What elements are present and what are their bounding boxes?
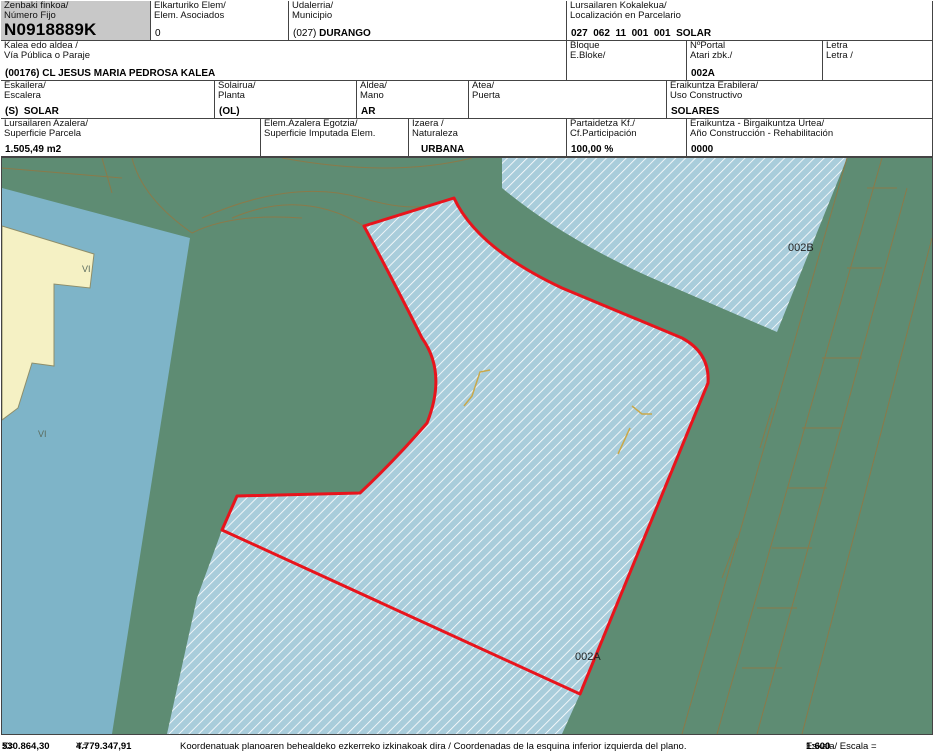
anio-value: 0000 [691, 144, 714, 155]
superficie-imputada-cell: Elem.Azalera Egotzia/ Superficie Imputad… [261, 119, 409, 157]
portal-cell: NºPortal Atari zbk./ 002A [687, 41, 823, 81]
municipio-code: (027) [293, 28, 317, 39]
participacion-label-es: Cf.Participación [570, 128, 637, 139]
via-publica-cell: Kalea edo aldea / Vía Pública o Paraje (… [1, 41, 567, 81]
portal-value: 002A [691, 68, 715, 79]
mano-cell: Aldea/ Mano AR [357, 81, 469, 119]
imputada-label-es: Superficie Imputada Elem. [264, 128, 376, 139]
parcel-label-002b: 002B [788, 242, 814, 254]
mano-value: AR [361, 106, 376, 117]
bloque-cell: Bloque E.Bloke/ [567, 41, 687, 81]
superficie-value: 1.505,49 m2 [5, 144, 62, 155]
coord-note: Koordenatuak planoaren behealdeko ezkerr… [180, 741, 687, 752]
puerta-label-es: Puerta [472, 90, 500, 101]
planta-cell: Solairua/ Planta (OL) [215, 81, 357, 119]
planta-label-es: Planta [218, 90, 245, 101]
via-publica-value: (00176) CL JESUS MARIA PEDROSA KALEA [5, 68, 216, 79]
naturaleza-label-es: Naturaleza [412, 128, 458, 139]
parcel-label-002a: 002A [575, 651, 601, 663]
volume-label-lower: VI [38, 429, 47, 439]
naturaleza-value: URBANA [421, 144, 465, 155]
elem-asociados-label-es: Elem. Asociados [154, 10, 225, 21]
participacion-cell: Partaidetza Kf./ Cf.Participación 100,00… [567, 119, 687, 157]
municipio-cell: Udalerria/ Municipio (027) DURANGO [289, 1, 567, 41]
letra-label-eu: Letra / [826, 50, 853, 61]
scale-label: Eskala/ Escala = [806, 741, 877, 752]
coord-y-label: Y= [76, 741, 88, 752]
localizacion-value: 027 062 11 001 001 SOLAR [571, 28, 712, 39]
map-canvas[interactable]: VI VI 002B 002A [2, 158, 932, 734]
anio-label-es: Año Construcción - Rehabilitación [690, 128, 834, 139]
cadastral-header: Zenbaki finkoa/ Número Fijo N0918889K El… [1, 1, 933, 157]
volume-label-upper: VI [82, 264, 91, 274]
localizacion-cell: Lursailaren Kokalekua/ Localización en P… [567, 1, 933, 41]
superficie-parcela-cell: Lursailaren Azalera/ Superficie Parcela … [1, 119, 261, 157]
naturaleza-cell: Izaera / Naturaleza URBANA [409, 119, 567, 157]
uso-value: SOLARES [671, 106, 720, 117]
escalera-value: (S) SOLAR [5, 106, 59, 117]
superficie-label-es: Superficie Parcela [4, 128, 82, 139]
coord-y: Y= 4.779.347,91 [76, 738, 131, 755]
municipio-label-es: Municipio [292, 10, 333, 21]
elem-asociados-value: 0 [155, 28, 161, 39]
coord-x: X= 530.864,30 [2, 738, 50, 755]
planta-value: (OL) [219, 106, 240, 117]
via-publica-label-es: Vía Pública o Paraje [4, 50, 91, 61]
mano-label-es: Mano [360, 90, 384, 101]
anio-construccion-cell: Eraikuntza - Birgaikuntza Urtea/ Año Con… [687, 119, 933, 157]
portal-label-eu: Atari zbk./ [690, 50, 733, 61]
escalera-cell: Eskailera/ Escalera (S) SOLAR [1, 81, 215, 119]
uso-label-es: Uso Constructivo [670, 90, 743, 101]
localizacion-label-es: Localización en Parcelario [570, 10, 681, 21]
map-footer: X= 530.864,30 Y= 4.779.347,91 Koordenatu… [0, 738, 936, 755]
cadastral-map[interactable]: VI VI 002B 002A [1, 157, 933, 735]
participacion-value: 100,00 % [571, 144, 614, 155]
municipio-value: (027) DURANGO [293, 28, 371, 39]
letra-cell: Letra Letra / [823, 41, 933, 81]
numero-fijo-value: N0918889K [4, 20, 97, 39]
scale: Eskala/ Escala = 1:600 [806, 738, 877, 755]
coord-x-label: X= [2, 741, 14, 752]
elem-asociados-cell: Elkarturiko Elem/ Elem. Asociados 0 [151, 1, 289, 41]
escalera-label-es: Escalera [4, 90, 41, 101]
numero-fijo-cell: Zenbaki finkoa/ Número Fijo N0918889K [1, 1, 151, 41]
municipio-name: DURANGO [319, 28, 371, 39]
puerta-cell: Atea/ Puerta [469, 81, 667, 119]
bloque-label-eu: E.Bloke/ [570, 50, 606, 61]
uso-constructivo-cell: Eraikuntza Erabilera/ Uso Constructivo S… [667, 81, 933, 119]
